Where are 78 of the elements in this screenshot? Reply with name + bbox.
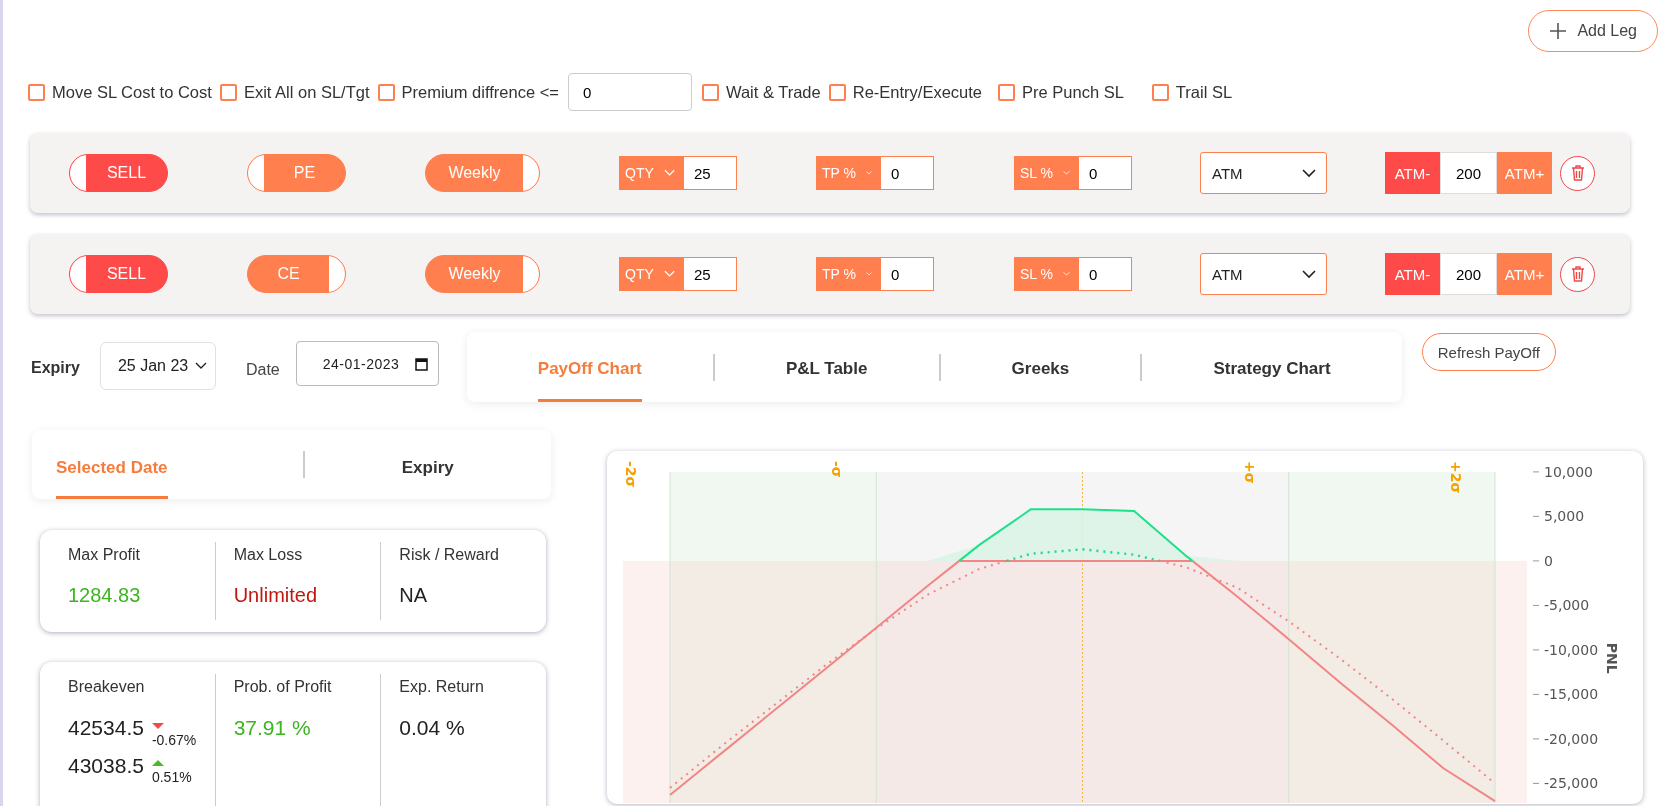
option-label: Pre Punch SL	[1022, 82, 1124, 102]
number-field[interactable]: 0	[1078, 257, 1132, 291]
chevron-icon	[1302, 269, 1316, 279]
result-tab[interactable]: Expiry	[401, 436, 454, 499]
number-field[interactable]: 25	[683, 257, 737, 291]
y-tick-label: 10,000	[1544, 463, 1593, 480]
number-field[interactable]: 25	[683, 156, 737, 190]
option-label: Move SL Cost to Cost	[52, 82, 212, 102]
y-tick-label: 0	[1544, 552, 1553, 569]
sigma-label: -2σ	[623, 461, 639, 488]
stat-label: Exp. Return	[399, 678, 485, 696]
stat-value: 43038.5	[68, 754, 144, 778]
delete-button[interactable]	[1560, 256, 1595, 292]
sigma-label: +2σ	[1448, 461, 1464, 494]
checkbox[interactable]	[701, 83, 719, 101]
delete-button[interactable]	[1560, 155, 1595, 191]
trash-icon	[1570, 165, 1585, 181]
checkbox[interactable]	[998, 83, 1016, 101]
y-tick-label: -25,000	[1544, 775, 1599, 792]
stat-value: 37.91 %	[233, 716, 311, 740]
stat-label: Prob. of Profit	[233, 678, 333, 696]
chevron-icon	[1062, 270, 1070, 278]
add-leg-button[interactable]: Add Leg	[1528, 10, 1658, 52]
chevron-icon	[1302, 168, 1316, 178]
chevron-icon	[194, 362, 207, 370]
option-label: Wait & Trade	[725, 82, 821, 102]
stat-label: Breakeven	[68, 678, 146, 696]
stat-value: 42534.5	[68, 716, 144, 740]
stat-label: Max Profit	[68, 546, 141, 564]
chevron-icon	[866, 169, 872, 177]
option-label: Trail SL	[1175, 82, 1233, 102]
expiry-label: Expiry	[31, 359, 80, 377]
checkbox[interactable]	[28, 83, 45, 101]
checkbox[interactable]	[219, 83, 237, 101]
y-tick-label: -5,000	[1544, 597, 1590, 614]
stat-label: Max Loss	[233, 546, 304, 564]
stat-value: 1284.83	[68, 584, 141, 607]
date-field[interactable]: 24-01-2023	[295, 341, 439, 386]
trash-icon	[1570, 266, 1585, 282]
chevron-icon	[663, 270, 675, 278]
y-tick-label: 5,000	[1544, 508, 1585, 525]
sigma-label: -σ	[829, 461, 846, 478]
chevron-icon	[663, 169, 675, 177]
y-tick-label: -15,000	[1544, 686, 1599, 703]
y-tick-label: -20,000	[1544, 730, 1599, 747]
date-label: Date	[245, 361, 280, 379]
view-tab[interactable]: Greeks	[1011, 337, 1070, 402]
stat-label: Risk / Reward	[399, 546, 500, 564]
checkbox[interactable]	[1151, 83, 1169, 101]
y-tick-label: -10,000	[1544, 641, 1599, 658]
number-field[interactable]: 0	[1078, 156, 1132, 190]
change-percent: -0.67%	[151, 732, 197, 748]
strike-offset-field[interactable]: 200	[1440, 152, 1497, 194]
strike-dropdown[interactable]: ATM	[1200, 152, 1327, 194]
checkbox[interactable]	[377, 83, 395, 101]
stat-value: Unlimited	[233, 584, 318, 607]
refresh-payoff-button[interactable]: Refresh PayOff	[1421, 333, 1556, 371]
chevron-icon	[1062, 169, 1070, 177]
stat-value: NA	[399, 584, 428, 607]
axis-title: PNL	[1604, 642, 1620, 674]
sigma-label: +σ	[1241, 461, 1258, 484]
stat-value: 0.04 %	[399, 716, 465, 740]
calendar-icon	[414, 356, 428, 371]
number-field[interactable]: 0	[880, 257, 934, 291]
option-label: Re-Entry/Execute	[852, 82, 983, 102]
view-tab[interactable]: P&L Table	[785, 337, 868, 402]
premium-input[interactable]: 0	[567, 73, 692, 111]
chevron-icon	[866, 270, 872, 278]
change-percent: 0.51%	[151, 769, 192, 785]
option-label: Exit All on SL/Tgt	[243, 82, 370, 102]
expiry-dropdown[interactable]: 25 Jan 23	[99, 342, 216, 390]
plus-icon	[1549, 22, 1568, 40]
strike-offset-field[interactable]: 200	[1440, 253, 1497, 295]
strike-dropdown[interactable]: ATM	[1200, 253, 1327, 295]
option-label: Premium diffrence <=	[401, 82, 559, 102]
view-tab[interactable]: Strategy Chart	[1213, 337, 1331, 402]
checkbox[interactable]	[828, 83, 846, 101]
number-field[interactable]: 0	[880, 156, 934, 190]
